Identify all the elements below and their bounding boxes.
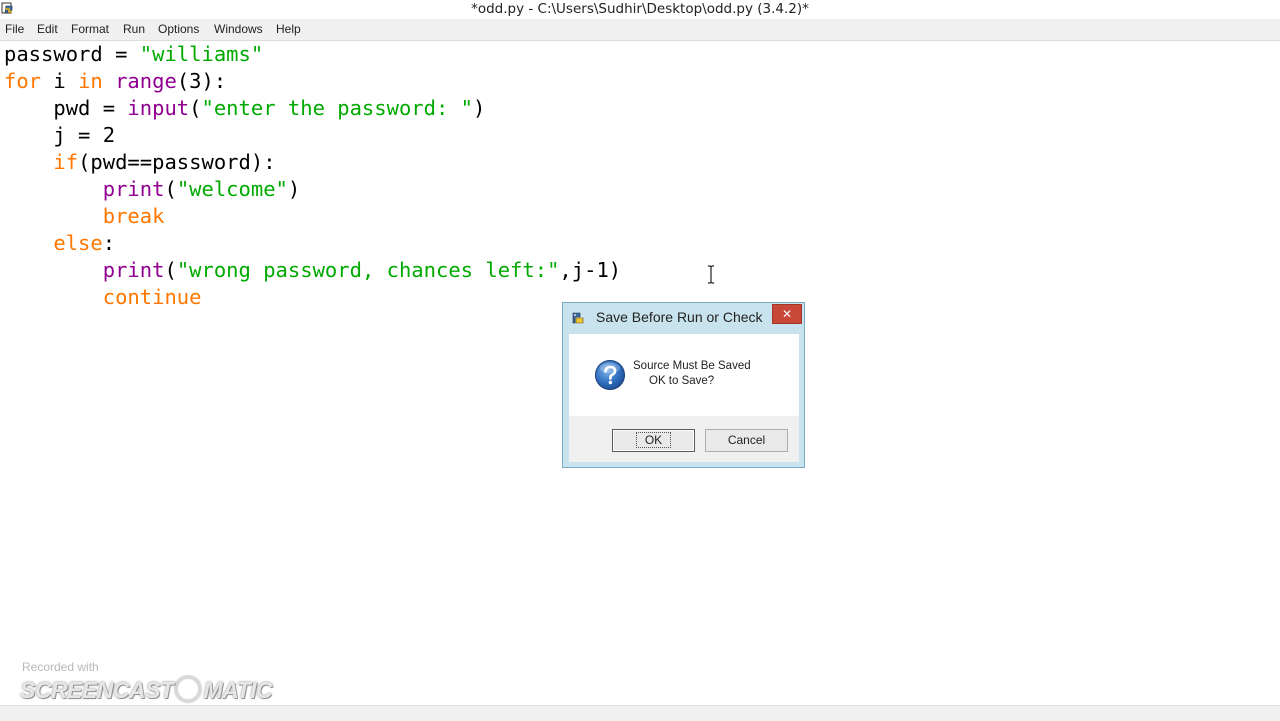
watermark-logo-left: SCREENCAST xyxy=(20,677,174,703)
python-feather-icon xyxy=(572,312,584,324)
code-line-5: if(pwd==password): xyxy=(4,149,276,176)
code-text: ( xyxy=(189,96,202,120)
code-string: "welcome" xyxy=(176,177,288,201)
code-text: j = 2 xyxy=(4,123,116,147)
cancel-button[interactable]: Cancel xyxy=(705,429,788,452)
code-text: : xyxy=(102,231,116,255)
code-keyword: if xyxy=(53,150,79,174)
save-before-run-dialog: Save Before Run or Check ✕ Source Must B… xyxy=(562,302,805,468)
code-keyword: in xyxy=(78,69,103,93)
code-line-6: print("welcome") xyxy=(4,176,301,203)
code-keyword: continue xyxy=(102,285,202,309)
code-builtin: print xyxy=(102,258,165,282)
code-string: "wrong password, chances left:" xyxy=(176,258,560,282)
dialog-body: Source Must Be Saved OK to Save? OK Canc… xyxy=(569,334,799,462)
menu-windows[interactable]: Windows xyxy=(214,22,263,36)
dialog-message-line2: OK to Save? xyxy=(649,375,715,387)
code-string: "enter the password: " xyxy=(201,96,474,120)
question-icon xyxy=(595,360,625,390)
code-text: i xyxy=(41,69,79,93)
code-text: (pwd==password): xyxy=(78,150,276,174)
code-keyword: for xyxy=(4,69,42,93)
menu-edit[interactable]: Edit xyxy=(37,22,58,36)
text-cursor-icon xyxy=(708,265,714,284)
code-line-2: for i in range(3): xyxy=(4,68,226,95)
code-line-7: break xyxy=(4,203,165,230)
menu-file[interactable]: File xyxy=(5,22,24,36)
menu-run[interactable]: Run xyxy=(123,22,145,36)
code-builtin: print xyxy=(102,177,165,201)
code-text: ) xyxy=(473,96,486,120)
code-keyword: else xyxy=(53,231,103,255)
code-builtin: range xyxy=(115,69,177,93)
menu-format[interactable]: Format xyxy=(71,22,109,36)
code-text: ,j-1) xyxy=(559,258,622,282)
code-keyword: break xyxy=(102,204,165,228)
menu-bar: File Edit Format Run Options Windows Hel… xyxy=(0,19,1280,41)
code-text: ) xyxy=(287,177,301,201)
menu-options[interactable]: Options xyxy=(158,22,199,36)
record-circle-icon xyxy=(175,676,202,702)
code-line-1: password = "williams" xyxy=(4,41,263,68)
ok-button-label: OK xyxy=(635,432,672,448)
watermark-logo: SCREENCAST MATIC xyxy=(20,676,273,704)
window-title: *odd.py - C:\Users\Sudhir\Desktop\odd.py… xyxy=(471,1,809,17)
dialog-title: Save Before Run or Check xyxy=(596,309,763,325)
status-bar xyxy=(0,705,1280,721)
code-text: (3): xyxy=(176,69,227,93)
watermark-recorded-with: Recorded with xyxy=(22,660,99,674)
code-text: ( xyxy=(164,258,177,282)
menu-help[interactable]: Help xyxy=(276,22,301,36)
code-line-8: else: xyxy=(4,230,115,257)
code-builtin: input xyxy=(127,96,190,120)
screencast-watermark: Recorded with SCREENCAST MATIC xyxy=(20,660,273,710)
code-string: "williams" xyxy=(139,42,264,66)
window-titlebar: *odd.py - C:\Users\Sudhir\Desktop\odd.py… xyxy=(0,0,1280,19)
close-icon: ✕ xyxy=(781,307,793,321)
code-line-9: print("wrong password, chances left:",j-… xyxy=(4,257,621,284)
code-text: pwd = xyxy=(4,96,128,120)
code-line-3: pwd = input("enter the password: ") xyxy=(4,95,485,122)
dialog-message-line1: Source Must Be Saved xyxy=(633,360,751,372)
code-text: ( xyxy=(164,177,177,201)
code-text: password = xyxy=(4,42,140,66)
code-line-4: j = 2 xyxy=(4,122,115,149)
ok-button[interactable]: OK xyxy=(612,429,695,452)
dialog-close-button[interactable]: ✕ xyxy=(772,304,802,324)
watermark-logo-right: MATIC xyxy=(203,677,273,703)
code-line-10: continue xyxy=(4,284,202,311)
